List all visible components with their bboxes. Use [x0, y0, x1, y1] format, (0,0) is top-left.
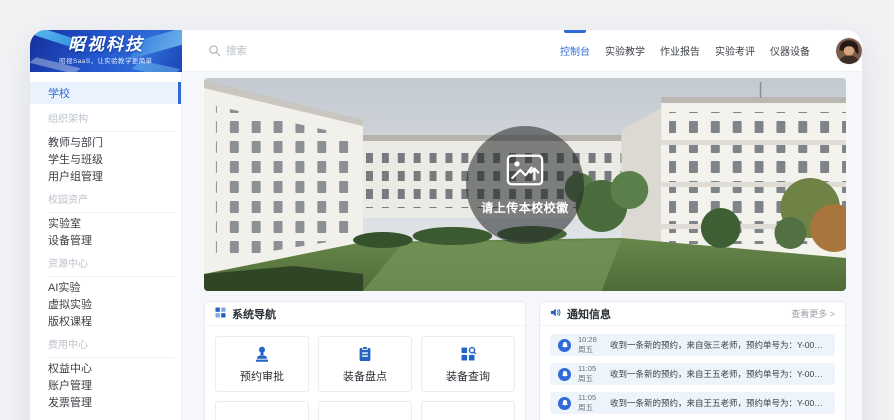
system-nav-card[interactable]: [421, 401, 515, 420]
sidebar-section-items: 权益中心账户管理发票管理: [30, 362, 181, 411]
bell-icon: [558, 368, 571, 381]
blocks-search-icon: [459, 345, 477, 363]
notice-time: 10:28: [578, 335, 597, 344]
app-header: 昭视科技 昭视SaaS，让实验教学更简单 控制台 实验教学 作业报告 实验考评 …: [30, 30, 862, 72]
notice-row[interactable]: 11:05周五 收到一条新的预约，来自王五老师，预约单号为：Y-0056，请尽快…: [550, 363, 835, 385]
search-box: [208, 44, 356, 57]
sidebar-section: 校园资产 实验室设备管理: [30, 194, 181, 249]
sidebar-section-title: 资源中心: [30, 258, 181, 271]
sidebar-item[interactable]: 实验室: [30, 217, 181, 232]
app-window: 昭视科技 昭视SaaS，让实验教学更简单 控制台 实验教学 作业报告 实验考评 …: [30, 30, 862, 420]
system-nav-cards: 预约审批 装备盘点 装备查询: [205, 326, 525, 420]
system-nav-card-label: 装备盘点: [343, 368, 387, 384]
top-nav-label: 实验考评: [715, 43, 755, 58]
system-nav-header: 系统导航: [205, 302, 525, 326]
sidebar-item[interactable]: 学生与班级: [30, 153, 181, 168]
notice-time: 11:05: [578, 393, 596, 402]
sidebar-section: 组织架构 教师与部门学生与班级用户组管理: [30, 113, 181, 185]
sidebar-section-title: 费用中心: [30, 339, 181, 352]
sidebar: 学校 组织架构 教师与部门学生与班级用户组管理 校园资产 实验室设备管理 资源中…: [30, 72, 182, 420]
system-nav-card[interactable]: [215, 401, 309, 420]
sidebar-section-title: 组织架构: [30, 113, 181, 126]
notice-day: 周五: [578, 345, 593, 354]
top-nav: 控制台 实验教学 作业报告 实验考评 仪器设备: [560, 30, 828, 71]
sidebar-item[interactable]: 发票管理: [30, 396, 181, 411]
sidebar-section: 资源中心 AI实验虚拟实验版权课程: [30, 258, 181, 330]
sidebar-item[interactable]: 权益中心: [30, 362, 181, 377]
search-icon: [208, 44, 221, 57]
brand-tagline: 昭视SaaS，让实验教学更简单: [59, 56, 152, 65]
system-nav-card[interactable]: 预约审批: [215, 336, 309, 392]
desktop-background: { "brand": { "name": "昭视科技", "tagline": …: [0, 0, 894, 420]
notice-day: 周五: [578, 374, 593, 383]
sidebar-item[interactable]: 版权课程: [30, 315, 181, 330]
view-more-link[interactable]: 查看更多 >: [791, 307, 835, 320]
top-nav-item[interactable]: 仪器设备: [770, 30, 810, 71]
bell-icon: [558, 339, 571, 352]
notice-text: 收到一条新的预约，来自王五老师，预约单号为：Y-0056，请尽快处理。: [610, 397, 827, 409]
top-nav-item[interactable]: 控制台: [560, 30, 590, 71]
notice-text: 收到一条新的预约，来自张三老师，预约单号为：Y-0044，请尽快处理。: [610, 339, 827, 351]
top-nav-item[interactable]: 实验教学: [605, 30, 645, 71]
notice-panel: 通知信息 查看更多 > 10:28周五 收到一条新的预约，来自张三老师，预约单号…: [539, 301, 846, 420]
sidebar-item[interactable]: 用户组管理: [30, 170, 181, 185]
notice-header: 通知信息 查看更多 >: [540, 302, 845, 326]
search-input[interactable]: [226, 45, 356, 57]
notice-row[interactable]: 10:28周五 收到一条新的预约，来自张三老师，预约单号为：Y-0044，请尽快…: [550, 334, 835, 356]
system-nav-panel: 系统导航 预约审批 装备盘点 装备查询: [204, 301, 526, 420]
user-avatar[interactable]: [836, 38, 862, 64]
sidebar-item-school-active[interactable]: 学校: [30, 82, 181, 104]
system-nav-card-label: 装备查询: [446, 368, 490, 384]
sidebar-item[interactable]: 虚拟实验: [30, 298, 181, 313]
brand-logo[interactable]: 昭视科技 昭视SaaS，让实验教学更简单: [30, 30, 182, 72]
sidebar-section-items: 教师与部门学生与班级用户组管理: [30, 136, 181, 185]
divider: [48, 276, 175, 277]
notice-title: 通知信息: [567, 306, 611, 322]
system-nav-card-label: 预约审批: [240, 368, 284, 384]
app-body: 学校 组织架构 教师与部门学生与班级用户组管理 校园资产 实验室设备管理 资源中…: [30, 72, 862, 420]
system-nav-card[interactable]: 装备查询: [421, 336, 515, 392]
upload-school-badge-button[interactable]: 请上传本校校徽: [466, 126, 584, 244]
top-nav-item[interactable]: 实验考评: [715, 30, 755, 71]
notice-time: 11:05: [578, 364, 596, 373]
top-nav-label: 仪器设备: [770, 43, 810, 58]
system-nav-title: 系统导航: [232, 306, 276, 322]
system-nav-card[interactable]: 装备盘点: [318, 336, 412, 392]
stamp-icon: [253, 345, 271, 363]
top-nav-label: 作业报告: [660, 43, 700, 58]
sidebar-section: 费用中心 权益中心账户管理发票管理: [30, 339, 181, 411]
bell-icon: [558, 397, 571, 410]
sidebar-section-title: 校园资产: [30, 194, 181, 207]
upload-label: 请上传本校校徽: [481, 199, 569, 216]
divider: [48, 131, 175, 132]
sidebar-item[interactable]: 设备管理: [30, 234, 181, 249]
speaker-icon: [550, 305, 561, 323]
dashboard-panels: 系统导航 预约审批 装备盘点 装备查询: [204, 301, 846, 420]
notice-row[interactable]: 11:05周五 收到一条新的预约，来自王五老师，预约单号为：Y-0056，请尽快…: [550, 392, 835, 414]
notice-text: 收到一条新的预约，来自王五老师，预约单号为：Y-0056，请尽快处理。: [610, 368, 827, 380]
top-nav-label: 控制台: [560, 43, 590, 58]
campus-hero-banner: 请上传本校校徽: [204, 78, 846, 291]
sidebar-item[interactable]: AI实验: [30, 281, 181, 296]
sidebar-sections: 组织架构 教师与部门学生与班级用户组管理 校园资产 实验室设备管理 资源中心 A…: [30, 113, 181, 420]
top-nav-label: 实验教学: [605, 43, 645, 58]
system-nav-card[interactable]: [318, 401, 412, 420]
sidebar-item[interactable]: 教师与部门: [30, 136, 181, 151]
brand-name: 昭视科技: [68, 36, 144, 53]
top-nav-item[interactable]: 作业报告: [660, 30, 700, 71]
upload-image-icon: [506, 154, 544, 191]
divider: [48, 212, 175, 213]
grid-icon: [215, 305, 226, 323]
clipboard-icon: [356, 345, 374, 363]
notice-list: 10:28周五 收到一条新的预约，来自张三老师，预约单号为：Y-0044，请尽快…: [540, 326, 845, 420]
main-content: 请上传本校校徽 系统导航 预约审批 装备盘点 装备查询: [182, 72, 862, 420]
sidebar-item[interactable]: 账户管理: [30, 379, 181, 394]
notice-day: 周五: [578, 403, 593, 412]
divider: [48, 357, 175, 358]
sidebar-section-items: 实验室设备管理: [30, 217, 181, 249]
sidebar-section-items: AI实验虚拟实验版权课程: [30, 281, 181, 330]
